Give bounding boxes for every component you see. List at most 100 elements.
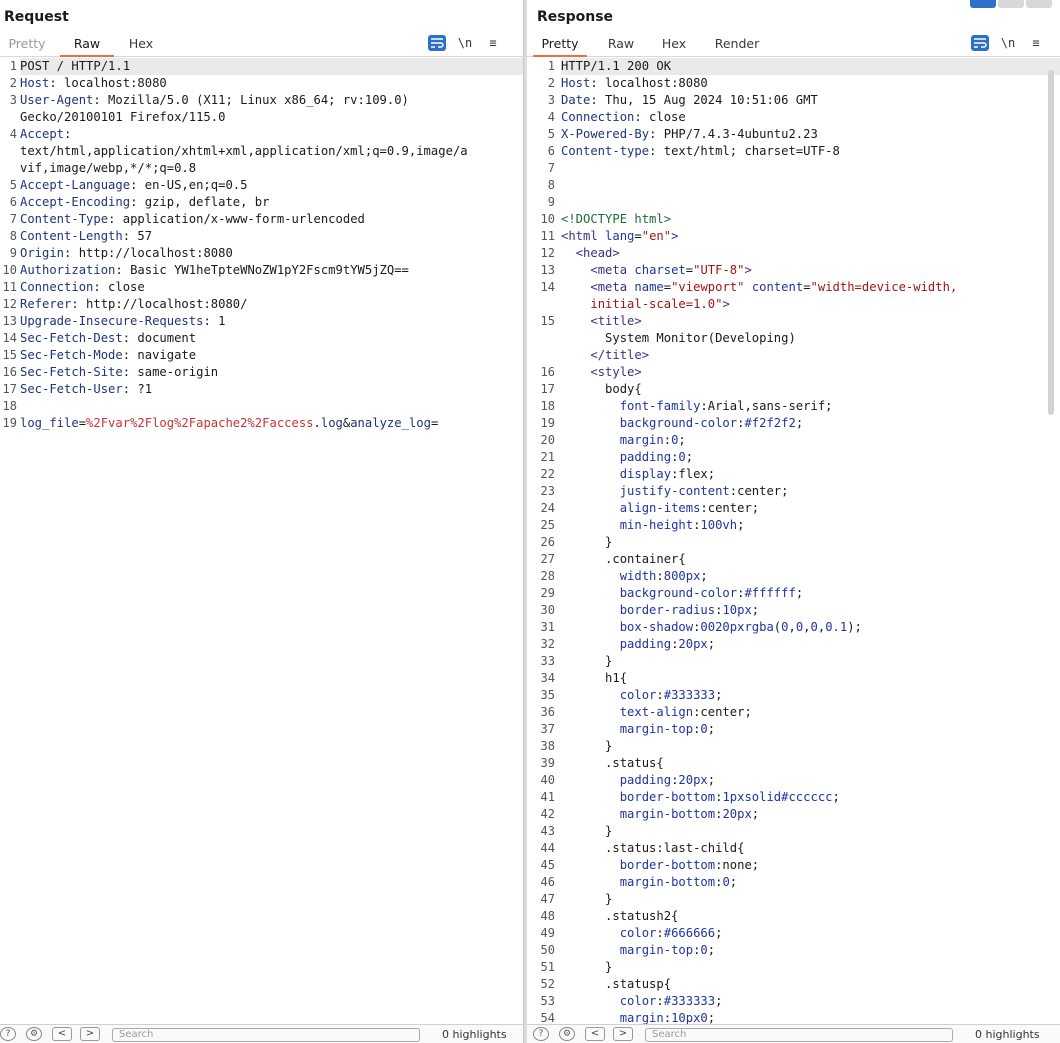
code-token: ; (832, 790, 840, 804)
back-arrow-icon[interactable]: < (52, 1027, 72, 1041)
menu-icon[interactable]: ≡ (1027, 35, 1045, 51)
response-search-input[interactable]: Search (645, 1028, 953, 1042)
code-token: display (619, 467, 672, 481)
code-line: Gecko/20100101 Firefox/115.0 (0, 109, 523, 126)
code-line: 38 } (527, 738, 1060, 755)
line-number: 3 (9, 93, 17, 107)
code-token: } (561, 960, 613, 974)
code-text: margin-bottom:20px; (561, 806, 1060, 823)
code-text: } (561, 959, 1060, 976)
settings-gear-icon[interactable]: ⚙ (26, 1027, 42, 1041)
settings-gear-icon[interactable]: ⚙ (559, 1027, 575, 1041)
help-icon[interactable]: ? (533, 1027, 549, 1041)
layout-side-by-side-icon[interactable] (970, 0, 996, 8)
request-tab-pretty[interactable]: Pretty (4, 34, 50, 55)
layout-tabs-icon[interactable] (1026, 0, 1052, 8)
line-number: 2 (547, 76, 555, 90)
code-line: 28 width:800px; (527, 568, 1060, 585)
code-token: <meta (590, 263, 635, 277)
code-token: .status:last-child{ (561, 841, 745, 855)
code-text: align-items:center; (561, 500, 1060, 517)
code-line: 8 Content-Length: 57 (0, 228, 523, 245)
request-editor[interactable]: 1 POST / HTTP/1.1 2 Host: localhost:8080 3 Us… (0, 58, 523, 1025)
code-token: : text/html; charset=UTF-8 (649, 144, 840, 158)
response-tab-raw[interactable]: Raw (601, 34, 641, 55)
code-line: 25 min-height:100vh; (527, 517, 1060, 534)
code-token: Host (561, 76, 591, 90)
code-text: <title> (561, 313, 1060, 330)
line-number: 32 (540, 637, 555, 651)
newline-toggle-icon[interactable]: \n (456, 35, 474, 51)
newline-toggle-icon[interactable]: \n (999, 35, 1017, 51)
code-line: 2 Host: localhost:8080 (527, 75, 1060, 92)
line-number: 16 (540, 365, 555, 379)
code-line: 22 display:flex; (527, 466, 1060, 483)
code-line: 18 font-family:Arial,sans-serif; (527, 398, 1060, 415)
wrap-lines-icon[interactable] (971, 35, 989, 51)
response-tab-render[interactable]: Render (709, 34, 765, 55)
code-line: 6 Accept-Encoding: gzip, deflate, br (0, 194, 523, 211)
code-token: <style> (590, 365, 642, 379)
code-token: : ?1 (122, 382, 153, 396)
wrap-lines-icon[interactable] (428, 35, 446, 51)
code-token: > (671, 229, 679, 243)
line-number: 14 (540, 280, 555, 294)
line-number: 33 (540, 654, 555, 668)
code-line: 7 (527, 160, 1060, 177)
code-line: 52 .statusp{ (527, 976, 1060, 993)
layout-vertical-icon[interactable] (998, 0, 1024, 8)
code-token: 0 (722, 875, 730, 889)
code-token: Gecko/20100101 Firefox/115.0 (20, 110, 226, 124)
code-line: 7 Content-Type: application/x-www-form-ur… (0, 211, 523, 228)
code-token: "viewport" (671, 280, 745, 294)
line-number: 18 (2, 399, 17, 413)
code-token: X-Powered-By (561, 127, 650, 141)
response-editor[interactable]: 1 HTTP/1.1 200 OK 2 Host: localhost:8080 3 Da… (527, 58, 1060, 1025)
code-token: ; (700, 569, 708, 583)
response-tab-hex[interactable]: Hex (655, 34, 693, 55)
code-token: analyze_log (350, 416, 431, 430)
request-tab-raw[interactable]: Raw (60, 34, 114, 57)
line-number: 12 (540, 246, 555, 260)
code-line: 49 color:#666666; (527, 925, 1060, 942)
code-token: margin-bottom (619, 807, 716, 821)
code-text: margin:0; (561, 432, 1060, 449)
code-token: : PHP/7.4.3-4ubuntu2.23 (649, 127, 818, 141)
forward-arrow-icon[interactable]: > (80, 1027, 100, 1041)
code-token: "width=device-width, (810, 280, 958, 294)
code-token: 0 (700, 943, 708, 957)
menu-icon[interactable]: ≡ (484, 35, 502, 51)
code-token: body{ (561, 382, 642, 396)
request-tab-hex[interactable]: Hex (122, 34, 160, 55)
code-line: 14 <meta name="viewport" content="width=… (527, 279, 1060, 296)
forward-arrow-icon[interactable]: > (613, 1027, 633, 1041)
code-line: 29 background-color:#ffffff; (527, 585, 1060, 602)
request-title: Request (4, 9, 69, 25)
code-token: > (744, 263, 752, 277)
response-scrollbar[interactable] (1048, 70, 1054, 415)
code-text: </title> (561, 347, 1060, 364)
line-number: 19 (2, 416, 17, 430)
line-number: 10 (540, 212, 555, 226)
back-arrow-icon[interactable]: < (585, 1027, 605, 1041)
code-text: Origin: http://localhost:8080 (20, 245, 523, 262)
code-text: h1{ (561, 670, 1060, 687)
help-icon[interactable]: ? (0, 1027, 16, 1041)
response-tab-pretty[interactable]: Pretty (533, 34, 587, 57)
code-token: :none; (715, 858, 760, 872)
code-token: Accept-Encoding (20, 195, 131, 209)
line-number: 9 (9, 246, 17, 260)
line-number: 42 (540, 807, 555, 821)
code-text: } (561, 891, 1060, 908)
line-number: 50 (540, 943, 555, 957)
request-search-input[interactable]: Search (112, 1028, 420, 1042)
code-line: 1 HTTP/1.1 200 OK (527, 58, 1060, 75)
code-token: : Thu, 15 Aug 2024 10:51:06 GMT (590, 93, 818, 107)
code-text: padding:0; (561, 449, 1060, 466)
